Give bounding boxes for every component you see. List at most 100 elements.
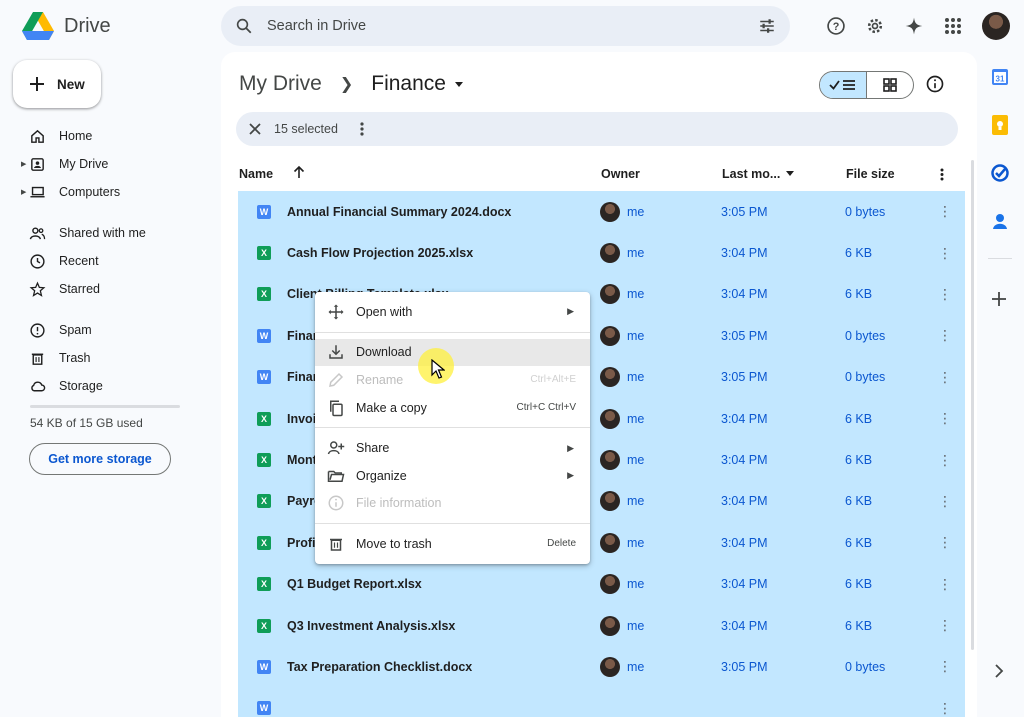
- column-options-icon[interactable]: [940, 168, 944, 184]
- shared-people-icon: [29, 226, 46, 239]
- apps-grid-icon[interactable]: [937, 10, 968, 41]
- table-row[interactable]: X Q3 Investment Analysis.xlsx me 3:04 PM 6 K…: [238, 605, 965, 646]
- rename-pencil-icon: [329, 372, 344, 387]
- help-icon[interactable]: ?: [820, 10, 851, 41]
- column-header-last-modified[interactable]: Last mo...: [722, 167, 795, 181]
- sort-arrow-up-icon[interactable]: [293, 165, 305, 182]
- file-name[interactable]: Cash Flow Projection 2025.xlsx: [287, 246, 473, 260]
- menu-item-make-a-copy[interactable]: Make a copy Ctrl+C Ctrl+V: [315, 394, 590, 422]
- clear-selection-close-icon[interactable]: [248, 122, 262, 136]
- menu-item-file-information[interactable]: File information: [315, 490, 590, 518]
- contacts-icon[interactable]: [985, 206, 1015, 236]
- file-name[interactable]: Tax Preparation Checklist.docx: [287, 660, 472, 674]
- row-more-actions-icon[interactable]: ⋮: [938, 534, 952, 551]
- sidebar-item-starred[interactable]: Starred: [0, 275, 200, 303]
- owner-avatar: [600, 615, 620, 636]
- menu-item-move-to-trash[interactable]: Move to trash Delete: [315, 530, 590, 558]
- owner-name: me: [627, 204, 645, 219]
- owner-name: me: [627, 453, 645, 468]
- app-name: Drive: [64, 14, 111, 37]
- row-more-actions-icon[interactable]: ⋮: [938, 452, 952, 469]
- column-header-name[interactable]: Name: [239, 167, 273, 181]
- sidebar-item-trash[interactable]: Trash: [0, 344, 200, 372]
- column-header-file-size[interactable]: File size: [846, 167, 895, 181]
- copy-icon: [330, 400, 343, 416]
- sidebar-item-computers[interactable]: ▶ Computers: [0, 178, 200, 206]
- row-more-actions-icon[interactable]: ⋮: [938, 576, 952, 593]
- more-actions-icon[interactable]: [360, 122, 364, 136]
- svg-text:31: 31: [996, 75, 1005, 84]
- row-more-actions-icon[interactable]: ⋮: [938, 410, 952, 427]
- row-more-actions-icon[interactable]: ⋮: [938, 493, 952, 510]
- table-row[interactable]: W Annual Financial Summary 2024.docx me 3:0…: [238, 191, 965, 232]
- breadcrumb-root[interactable]: My Drive: [239, 72, 322, 96]
- sidebar-item-spam[interactable]: Spam: [0, 316, 200, 344]
- owner-cell: me: [600, 491, 645, 512]
- owner-avatar: [600, 367, 620, 388]
- owner-name: me: [627, 535, 645, 550]
- drive-logo[interactable]: Drive: [22, 12, 111, 40]
- last-modified: 3:04 PM: [721, 577, 768, 592]
- row-more-actions-icon[interactable]: ⋮: [938, 203, 952, 220]
- table-row[interactable]: X Q1 Budget Report.xlsx me 3:04 PM 6 KB ⋮: [238, 564, 965, 605]
- owner-avatar: [600, 284, 620, 305]
- breadcrumb-current-label: Finance: [371, 72, 446, 95]
- menu-item-open-with[interactable]: Open with ▶: [315, 298, 590, 326]
- grid-view-button[interactable]: [867, 72, 913, 98]
- row-more-actions-icon[interactable]: ⋮: [938, 700, 952, 717]
- search-input[interactable]: Search in Drive: [267, 18, 758, 34]
- gemini-sparkle-icon[interactable]: [898, 10, 929, 41]
- sidebar-item-shared[interactable]: Shared with me: [0, 219, 200, 247]
- row-more-actions-icon[interactable]: ⋮: [938, 327, 952, 344]
- get-add-ons-plus-icon[interactable]: [991, 291, 1007, 312]
- drive-logo-icon: [22, 12, 54, 40]
- sidebar-item-storage[interactable]: Storage: [0, 372, 200, 400]
- search-icon[interactable]: [235, 17, 253, 35]
- sidebar-item-recent[interactable]: Recent: [0, 247, 200, 275]
- word-doc-icon: W: [257, 204, 271, 219]
- row-more-actions-icon[interactable]: ⋮: [938, 658, 952, 675]
- file-name[interactable]: Q3 Investment Analysis.xlsx: [287, 619, 455, 633]
- tasks-icon[interactable]: [985, 158, 1015, 188]
- owner-name: me: [627, 494, 645, 509]
- list-view-button[interactable]: [820, 72, 867, 98]
- scrollbar[interactable]: [971, 160, 974, 650]
- column-header-owner[interactable]: Owner: [601, 167, 640, 181]
- expand-caret-icon[interactable]: ▶: [21, 160, 26, 168]
- mouse-pointer-icon: [431, 359, 445, 379]
- sidebar-item-my-drive[interactable]: ▶ My Drive: [0, 150, 200, 178]
- file-name[interactable]: Q1 Budget Report.xlsx: [287, 577, 422, 591]
- breadcrumb-current-folder[interactable]: Finance: [371, 72, 466, 96]
- table-row[interactable]: W Tax Preparation Checklist.docx me 3:05 PM…: [238, 646, 965, 687]
- file-size: 0 bytes: [845, 204, 886, 219]
- search-bar[interactable]: Search in Drive: [221, 6, 790, 46]
- row-more-actions-icon[interactable]: ⋮: [938, 617, 952, 634]
- new-button[interactable]: New: [13, 60, 101, 108]
- side-panel-rail: 31: [985, 62, 1015, 254]
- menu-item-share[interactable]: Share ▶: [315, 434, 590, 462]
- file-name[interactable]: Annual Financial Summary 2024.docx: [287, 205, 511, 219]
- search-options-icon[interactable]: [758, 17, 776, 35]
- calendar-icon[interactable]: 31: [985, 62, 1015, 92]
- row-more-actions-icon[interactable]: ⋮: [938, 286, 952, 303]
- keep-notes-icon[interactable]: [985, 110, 1015, 140]
- column-header-last-modified-label: Last mo...: [722, 167, 781, 181]
- owner-name: me: [627, 618, 645, 633]
- row-more-actions-icon[interactable]: ⋮: [938, 369, 952, 386]
- menu-item-shortcut: Ctrl+Alt+E: [530, 374, 576, 386]
- menu-item-organize[interactable]: Organize ▶: [315, 462, 590, 490]
- row-more-actions-icon[interactable]: ⋮: [938, 245, 952, 262]
- account-avatar[interactable]: [982, 11, 1010, 40]
- rail-divider: [988, 258, 1012, 259]
- chevron-right-icon: ❯: [339, 76, 354, 93]
- sidebar-item-home[interactable]: Home: [0, 122, 200, 150]
- file-size: 6 KB: [845, 453, 873, 468]
- open-with-move-icon: [328, 304, 344, 320]
- details-info-icon[interactable]: [925, 74, 945, 99]
- show-side-panel-chevron-icon[interactable]: [994, 664, 1004, 683]
- get-more-storage-button[interactable]: Get more storage: [29, 443, 171, 475]
- table-row[interactable]: X Cash Flow Projection 2025.xlsx me 3:04 PM…: [238, 232, 965, 273]
- table-row[interactable]: W ⋮: [238, 688, 965, 717]
- settings-gear-icon[interactable]: [859, 10, 890, 41]
- expand-caret-icon[interactable]: ▶: [21, 188, 26, 196]
